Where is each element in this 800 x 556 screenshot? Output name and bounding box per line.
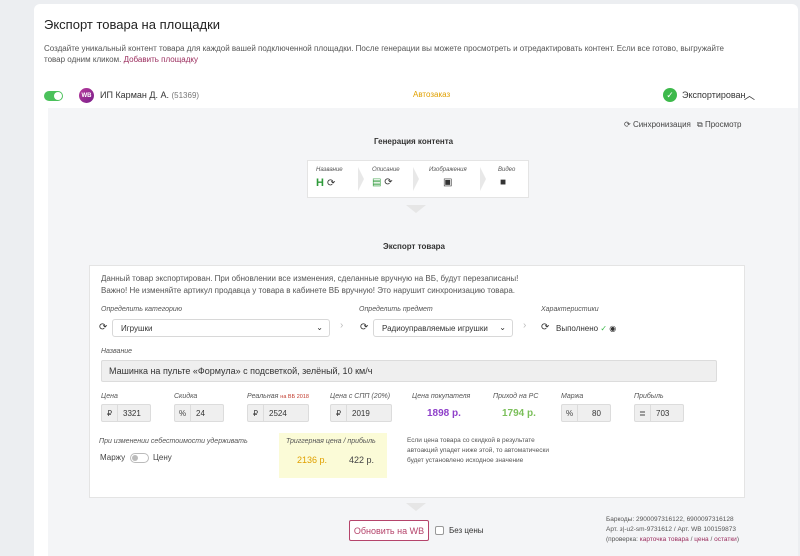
section-divider — [406, 503, 426, 511]
real-price-label: Реальная на ВБ 2018 — [247, 393, 309, 400]
platform-name: ИП Карман Д. А. (51369) — [100, 90, 200, 100]
eye-icon[interactable]: ◉ — [609, 324, 616, 333]
image-icon: ▣ — [443, 177, 453, 188]
external-link-icon: ⧉ — [697, 120, 703, 129]
buyer-price-label: Цена покупателя — [412, 393, 471, 400]
refresh-icon[interactable]: ⟳ — [384, 177, 392, 188]
margin-label: Маржа — [561, 393, 584, 400]
real-price-input[interactable]: ₽ 2524 — [247, 404, 309, 422]
chevron-right-icon: › — [340, 320, 344, 331]
platform-toggle[interactable] — [44, 91, 63, 101]
add-platform-link[interactable]: Добавить площадку — [124, 55, 198, 64]
step-name[interactable]: Название H ⟳ — [316, 167, 343, 189]
step-arrow — [358, 167, 364, 191]
margin-input[interactable]: % 80 — [561, 404, 611, 422]
trigger-price: 2136 р. — [297, 455, 328, 465]
buyer-price-value: 1898 р. — [427, 408, 461, 419]
step-arrow — [480, 167, 486, 191]
no-prices-label: Без цены — [449, 526, 484, 535]
step-arrow — [413, 167, 419, 191]
profit-label: Прибыль — [634, 393, 664, 400]
subject-refresh-icon[interactable]: ⟳ — [360, 322, 368, 333]
income-label: Приход на РС — [493, 393, 539, 400]
refresh-icon[interactable]: ⟳ — [327, 178, 335, 189]
coins-icon: ≣ — [635, 405, 651, 421]
status-text: Экспортирован — [682, 90, 746, 100]
barcode-info: Баркоды: 2900097316122, 6900097316128 Ар… — [606, 516, 739, 543]
price-label: Цена — [101, 393, 118, 400]
chevron-down-icon: ⌄ — [316, 323, 323, 333]
video-icon: ■ — [500, 177, 507, 188]
check-icon: ✓ — [600, 324, 608, 333]
subject-label: Определить предмет — [359, 306, 433, 313]
characteristics-refresh-icon[interactable]: ⟳ — [541, 322, 549, 333]
step-video[interactable]: Видео ■ — [498, 167, 515, 188]
trigger-note: Если цена товара со скидкой в результате… — [407, 437, 550, 464]
keep-right: Цену — [153, 453, 172, 462]
name-label: Название — [101, 348, 133, 355]
discount-input[interactable]: % 24 — [174, 404, 224, 422]
export-title: Экспорт товара — [383, 242, 445, 251]
step-images[interactable]: Изображения ▣ — [429, 167, 467, 188]
discount-label: Скидка — [174, 393, 198, 400]
section-divider — [406, 205, 426, 213]
generation-title: Генерация контента — [374, 137, 454, 146]
characteristics-status: Выполнено ✓ ◉ — [556, 324, 617, 333]
page-description: Создайте уникальный контент товара для к… — [44, 44, 724, 64]
mode-badge: Автозаказ — [413, 90, 451, 99]
check-circle-icon: ✓ — [663, 88, 677, 102]
chevron-right-icon: › — [523, 320, 527, 331]
trigger-box: Триггерная цена / прибыль 2136 р. 422 р. — [279, 433, 387, 478]
sync-icon: ⟳ — [624, 120, 631, 129]
price-input[interactable]: ₽ 3321 — [101, 404, 151, 422]
page-title: Экспорт товара на площадки — [44, 17, 221, 32]
category-refresh-icon[interactable]: ⟳ — [99, 322, 107, 333]
chevron-down-icon: ⌄ — [499, 323, 506, 333]
trigger-label: Триггерная цена / прибыль — [286, 438, 376, 445]
characteristics-label: Характеристики — [541, 306, 599, 313]
check-stock-link[interactable]: остатки — [714, 536, 737, 543]
no-prices-checkbox[interactable] — [435, 526, 444, 535]
category-label: Определить категорию — [101, 306, 183, 313]
check-price-link[interactable]: цена — [694, 536, 708, 543]
sync-button[interactable]: ⟳ Синхронизация — [624, 120, 691, 129]
category-select[interactable]: Игрушки ⌄ — [112, 319, 330, 337]
export-note: Данный товар экспортирован. При обновлен… — [101, 274, 519, 295]
spp-price-label: Цена с СПП (20%) — [330, 393, 391, 400]
subject-select[interactable]: Радиоуправляемые игрушки ⌄ — [373, 319, 513, 337]
wb-logo: WB — [79, 88, 94, 103]
trigger-profit: 422 р. — [349, 455, 375, 465]
profit-input[interactable]: ≣ 703 — [634, 404, 684, 422]
keep-left: Маржу — [100, 453, 126, 462]
generation-steps: Название H ⟳ Описание ▤ ⟳ Изображения ▣ … — [307, 160, 529, 198]
heading-icon: H — [316, 177, 324, 189]
chevron-up-icon[interactable]: ︿ — [744, 87, 755, 103]
document-icon: ▤ — [372, 177, 382, 188]
step-description[interactable]: Описание ▤ ⟳ — [372, 167, 400, 188]
update-wb-button[interactable]: Обновить на WB — [349, 520, 429, 541]
keep-switch[interactable] — [130, 453, 149, 463]
income-value: 1794 р. — [502, 408, 536, 419]
name-input[interactable]: Машинка на пульте «Формула» с подсветкой… — [101, 360, 717, 382]
spp-price-input[interactable]: ₽ 2019 — [330, 404, 392, 422]
preview-button[interactable]: ⧉ Просмотр — [697, 120, 742, 130]
check-card-link[interactable]: карточка товара — [640, 536, 689, 543]
keep-label: При изменении себестоимости удерживать — [99, 438, 248, 445]
